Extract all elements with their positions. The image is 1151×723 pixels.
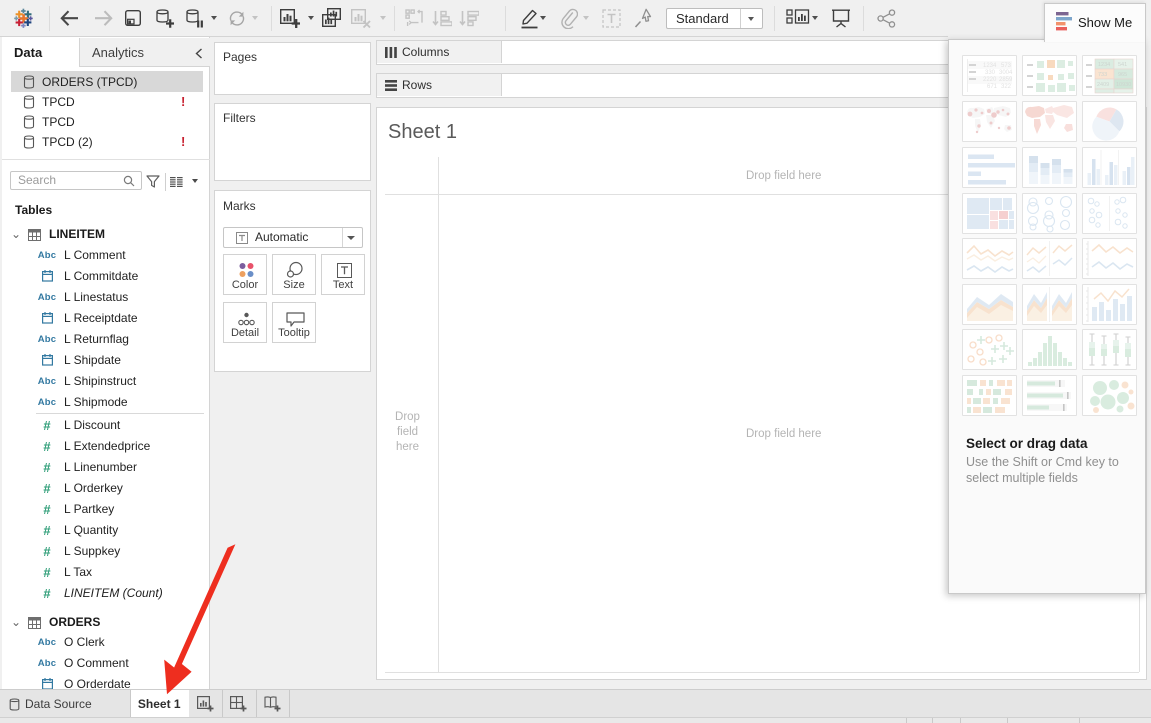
svg-text:330: 330	[985, 70, 996, 76]
svg-text:2859: 2859	[999, 77, 1013, 83]
svg-text:2220: 2220	[983, 77, 997, 83]
svg-text:2409: 2409	[1097, 82, 1109, 88]
svg-text:1234: 1234	[983, 63, 997, 69]
svg-text:3004: 3004	[999, 70, 1013, 76]
svg-text:965: 965	[1118, 72, 1127, 78]
svg-text:10930: 10930	[1116, 82, 1131, 88]
svg-text:322: 322	[1001, 84, 1012, 90]
svg-text:733: 733	[1098, 72, 1107, 78]
svg-text:1234: 1234	[1098, 62, 1110, 68]
svg-text:573: 573	[1001, 63, 1012, 69]
svg-text:671: 671	[987, 84, 998, 90]
svg-text:541: 541	[1118, 62, 1127, 68]
